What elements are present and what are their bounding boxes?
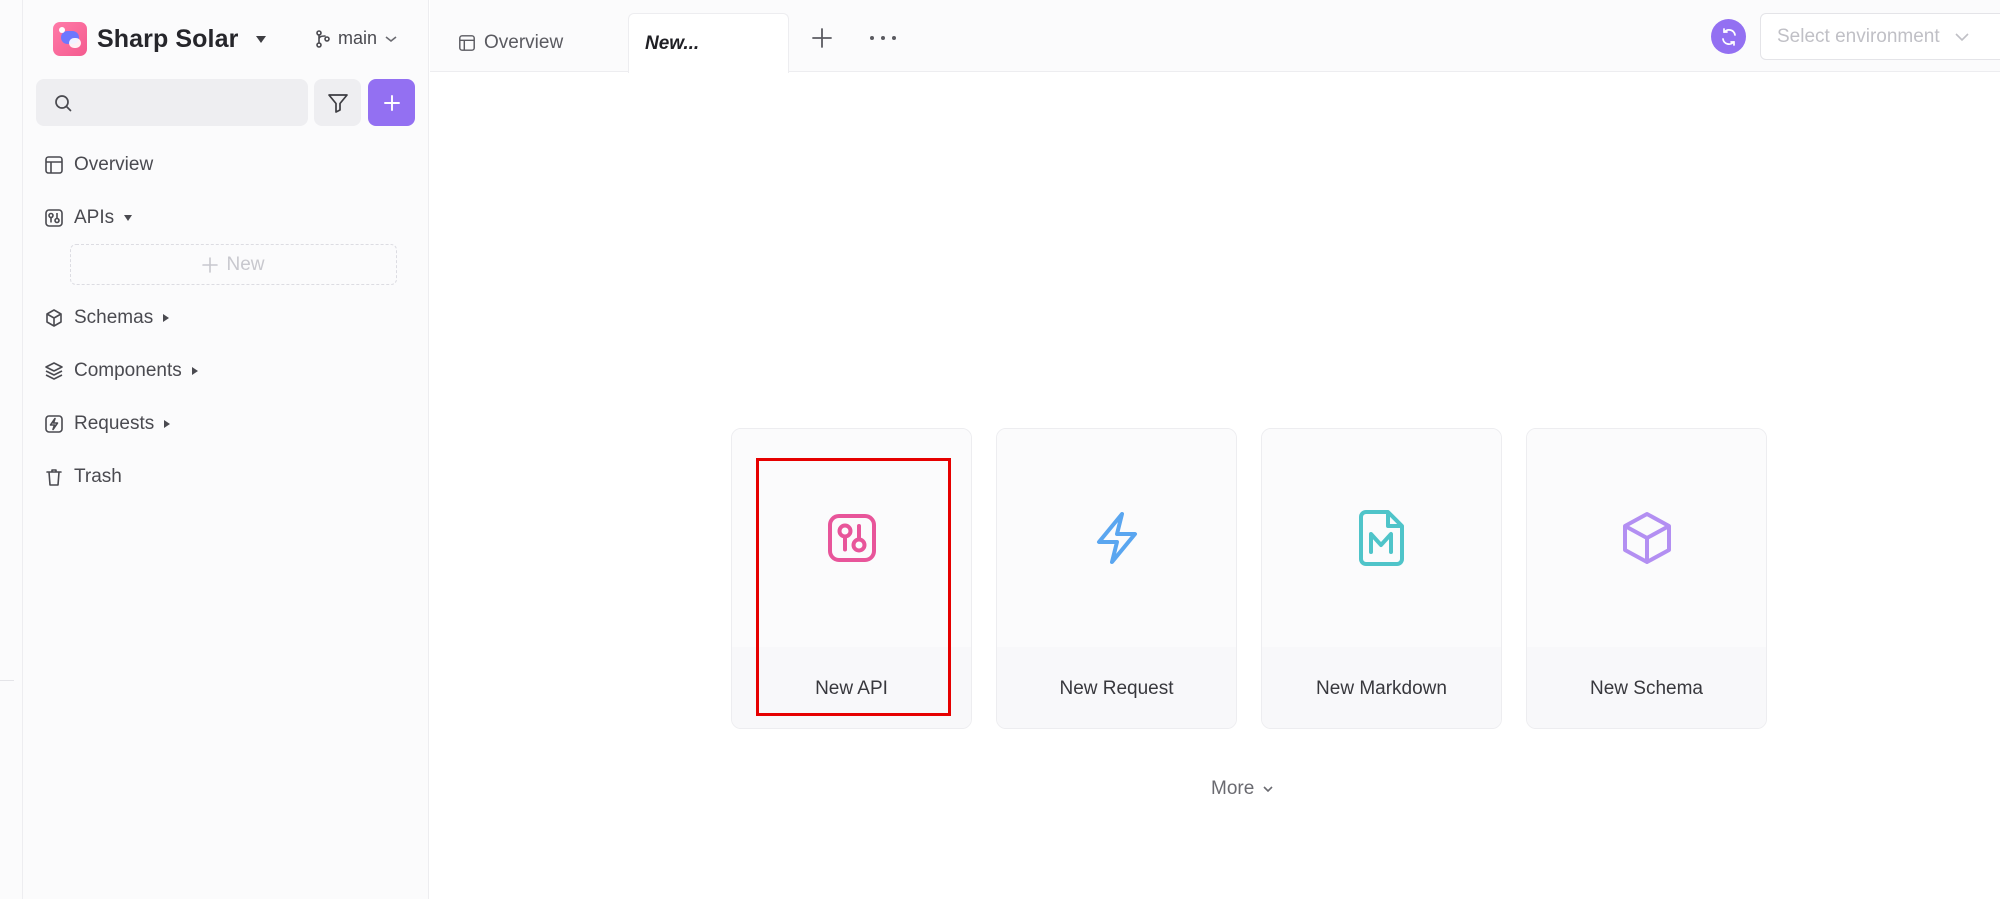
tab-new[interactable]: New... xyxy=(628,13,789,73)
triangle-right-icon xyxy=(163,314,170,322)
triangle-right-icon xyxy=(191,367,198,375)
card-label: New API xyxy=(732,647,971,728)
api-icon xyxy=(43,207,65,229)
trash-icon xyxy=(43,466,65,488)
sidebar-item-label: APIs xyxy=(74,207,115,228)
triangle-right-icon xyxy=(164,420,171,428)
card-label: New Markdown xyxy=(1262,647,1501,728)
edge-mark xyxy=(0,680,14,681)
plus-icon xyxy=(383,94,400,111)
card-label: New Request xyxy=(997,647,1236,728)
tab-more-icon[interactable] xyxy=(870,28,896,48)
sidebar: Sharp Solar main Overview APIs Schemas C… xyxy=(23,0,429,899)
environment-select-placeholder: Select environment xyxy=(1777,25,1940,47)
sidebar-item-components[interactable]: Components xyxy=(43,353,413,389)
git-branch-icon xyxy=(316,29,330,48)
new-request-card[interactable]: New Request xyxy=(996,428,1237,729)
new-api-card[interactable]: New API xyxy=(731,428,972,729)
add-button[interactable] xyxy=(368,79,415,126)
lightning-icon xyxy=(43,413,65,435)
layout-icon xyxy=(43,154,65,176)
markdown-file-icon xyxy=(1358,510,1404,566)
tab-label: Overview xyxy=(484,32,564,53)
search-input[interactable] xyxy=(82,93,302,112)
sidebar-nav: Overview APIs Schemas Components Request… xyxy=(43,147,413,512)
sidebar-item-label: Trash xyxy=(74,466,122,487)
sidebar-item-trash[interactable]: Trash xyxy=(43,459,413,495)
plus-icon xyxy=(202,256,219,273)
cube-icon xyxy=(43,307,65,329)
filter-button[interactable] xyxy=(314,79,361,126)
sidebar-item-label: Overview xyxy=(74,154,154,175)
new-api-placeholder-label: New xyxy=(226,253,265,275)
cube-icon xyxy=(1622,512,1671,564)
search-box[interactable] xyxy=(36,79,308,126)
new-markdown-card[interactable]: New Markdown xyxy=(1261,428,1502,729)
project-switcher[interactable]: Sharp Solar xyxy=(53,22,267,56)
create-cards: New API New Request New Markdown New Sch… xyxy=(731,428,1767,729)
api-icon xyxy=(827,514,876,562)
lightning-icon xyxy=(1096,512,1137,564)
tab-overview[interactable]: Overview xyxy=(458,14,563,72)
card-label: New Schema xyxy=(1527,647,1766,728)
sidebar-item-schemas[interactable]: Schemas xyxy=(43,300,413,336)
layout-icon xyxy=(459,35,475,51)
chevron-down-icon xyxy=(1955,32,1969,41)
caret-down-icon xyxy=(256,35,267,43)
left-edge-strip xyxy=(0,0,23,899)
branch-name: main xyxy=(338,28,378,48)
new-api-placeholder[interactable]: New xyxy=(70,244,397,285)
sync-button[interactable] xyxy=(1711,19,1746,54)
triangle-down-icon xyxy=(124,215,133,221)
project-name: Sharp Solar xyxy=(97,24,239,53)
sidebar-item-label: Components xyxy=(74,360,182,381)
more-button[interactable]: More xyxy=(1211,778,1274,800)
sidebar-item-requests[interactable]: Requests xyxy=(43,406,413,442)
search-icon xyxy=(55,94,72,111)
environment-select[interactable]: Select environment xyxy=(1760,13,2000,60)
more-label: More xyxy=(1211,778,1255,799)
branch-switcher[interactable]: main xyxy=(315,28,398,49)
sidebar-item-label: Requests xyxy=(74,413,155,434)
tab-label: New... xyxy=(645,32,700,54)
sync-icon xyxy=(1721,27,1736,46)
chevron-down-icon xyxy=(1263,786,1273,793)
chevron-down-icon xyxy=(385,35,397,42)
sidebar-item-apis[interactable]: APIs xyxy=(43,200,413,236)
new-tab-plus-icon[interactable] xyxy=(810,26,834,50)
new-schema-card[interactable]: New Schema xyxy=(1526,428,1767,729)
sidebar-item-label: Schemas xyxy=(74,307,154,328)
sidebar-item-overview[interactable]: Overview xyxy=(43,147,413,183)
project-logo-icon xyxy=(53,22,87,56)
filter-icon xyxy=(327,93,348,113)
tab-bar: Overview New... Select environment xyxy=(430,0,2000,73)
layers-icon xyxy=(43,360,65,382)
